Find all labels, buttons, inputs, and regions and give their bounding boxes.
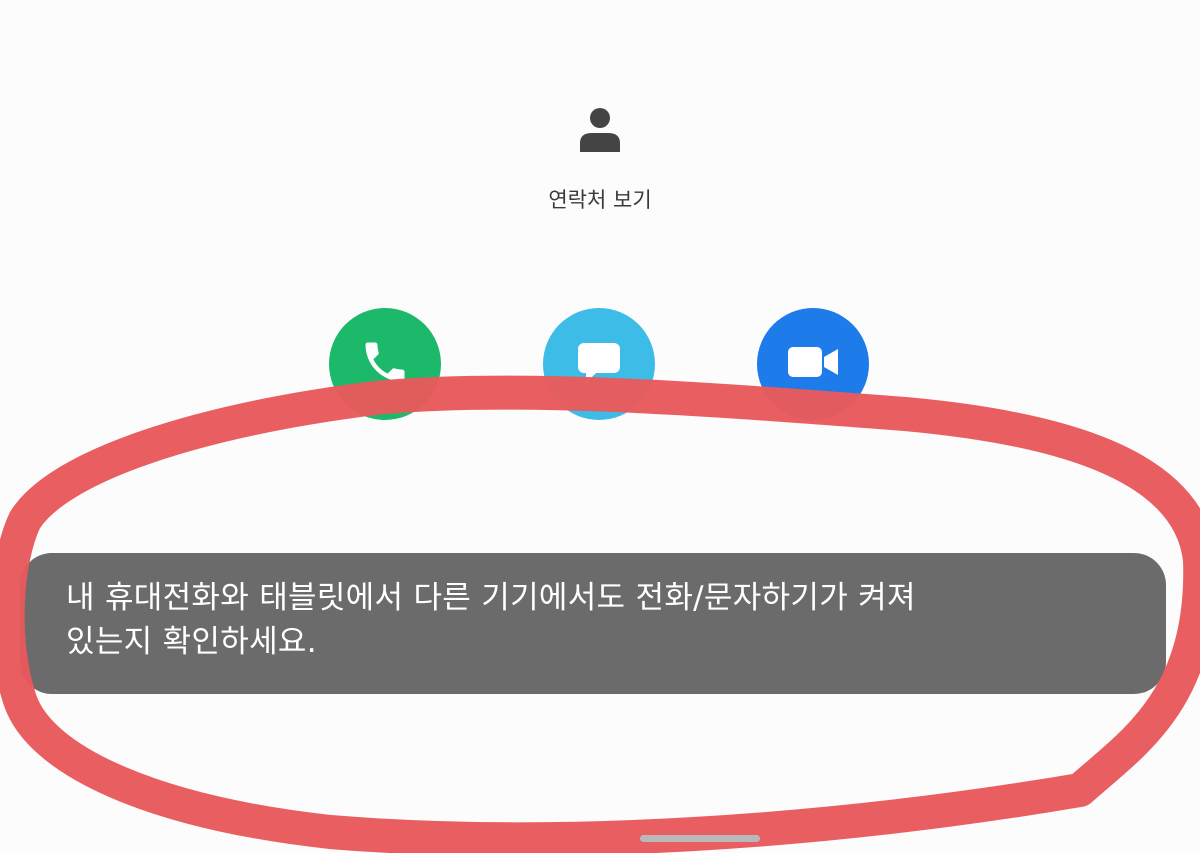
person-icon xyxy=(580,104,620,154)
video-camera-icon xyxy=(785,342,841,386)
toast-message: 내 휴대전화와 태블릿에서 다른 기기에서도 전화/문자하기가 켜져 있는지 확… xyxy=(20,553,1166,694)
video-call-button[interactable] xyxy=(757,308,869,420)
view-contact-link[interactable]: 연락처 보기 xyxy=(500,184,700,214)
phone-icon xyxy=(359,336,411,392)
home-indicator xyxy=(640,835,760,842)
toast-line-1: 내 휴대전화와 태블릿에서 다른 기기에서도 전화/문자하기가 켜져 xyxy=(66,580,916,616)
message-bubble-icon xyxy=(574,337,624,391)
call-button[interactable] xyxy=(329,308,441,420)
toast-line-2: 있는지 확인하세요. xyxy=(66,624,317,660)
message-button[interactable] xyxy=(543,308,655,420)
